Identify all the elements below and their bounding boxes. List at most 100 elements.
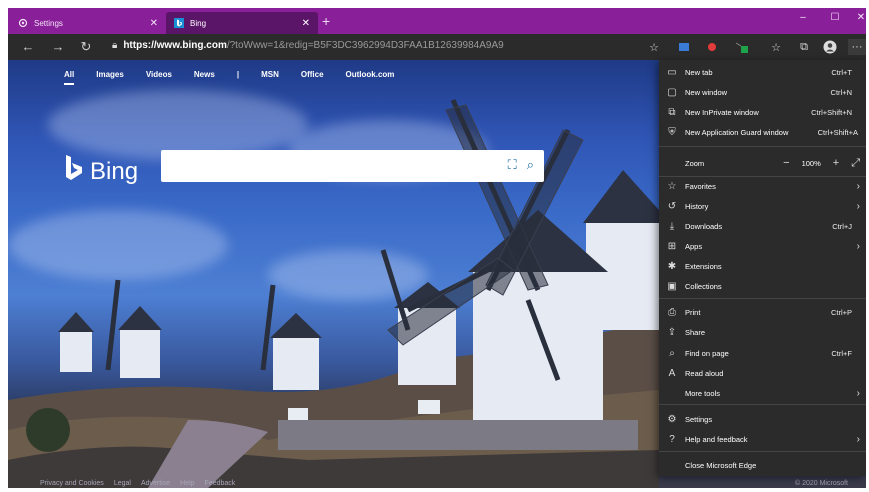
zoom-label: Zoom xyxy=(685,158,705,168)
menu-item-label: Close Microsoft Edge xyxy=(685,460,757,470)
windmill-landscape-image xyxy=(8,98,659,488)
menu-item-label: Share xyxy=(685,327,706,337)
menu-item-collections[interactable]: ▣ Collections xyxy=(659,276,866,296)
collections-icon[interactable]: ⧉ xyxy=(796,39,812,55)
bing-nav-news[interactable]: News xyxy=(194,70,215,85)
find-icon: ⌕ xyxy=(669,347,675,359)
bing-nav-all[interactable]: All xyxy=(64,70,75,85)
bing-footer: Privacy and Cookies Legal Advertise Help… xyxy=(8,480,866,488)
minimize-button[interactable]: – xyxy=(788,12,818,23)
gear-icon xyxy=(18,18,28,28)
menu-item-inprivate[interactable]: ⧉ New InPrivate window Ctrl+Shift+N xyxy=(659,102,866,122)
read-aloud-icon: A xyxy=(668,367,676,379)
menu-item-label: Favorites xyxy=(685,181,716,191)
footer-link[interactable]: Legal xyxy=(114,480,131,487)
extension-icon[interactable] xyxy=(676,39,692,55)
chevron-right-icon: › xyxy=(856,433,860,445)
address-bar[interactable]: 🔒︎ https://www.bing.com/?toWww=1&redig=B5… xyxy=(112,40,504,51)
settings-icon: ⚙ xyxy=(667,413,677,425)
share-icon: ⇪ xyxy=(667,326,677,338)
new-tab-button[interactable]: + xyxy=(322,13,330,29)
close-window-button[interactable]: ✕ xyxy=(846,12,866,23)
extension-icon[interactable] xyxy=(704,39,720,55)
menu-item-settings[interactable]: ⚙ Settings xyxy=(659,409,866,429)
menu-separator xyxy=(659,451,866,452)
zoom-out-button[interactable]: − xyxy=(783,157,789,169)
forward-icon[interactable]: → xyxy=(48,39,68,54)
back-icon[interactable]: ← xyxy=(18,39,38,54)
menu-item-favorites[interactable]: ☆ Favorites › xyxy=(659,176,866,196)
menu-item-label: Extensions xyxy=(685,261,722,271)
inprivate-icon: ⧉ xyxy=(668,106,676,118)
menu-item-find-on-page[interactable]: ⌕ Find on page Ctrl+F xyxy=(659,343,866,363)
chevron-right-icon: › xyxy=(856,240,860,252)
menu-item-new-window[interactable]: ▢ New window Ctrl+N xyxy=(659,82,866,102)
menu-separator xyxy=(659,404,866,405)
bing-nav-outlook[interactable]: Outlook.com xyxy=(346,70,395,85)
menu-item-print[interactable]: ⎙ Print Ctrl+P xyxy=(659,302,866,322)
bing-nav-videos[interactable]: Videos xyxy=(146,70,172,85)
search-icon[interactable]: ⌕ xyxy=(527,157,534,173)
menu-item-apps[interactable]: ⊞ Apps › xyxy=(659,236,866,256)
footer-link[interactable]: Advertise xyxy=(141,480,170,487)
footer-link[interactable]: Privacy and Cookies xyxy=(40,480,104,487)
menu-item-read-aloud[interactable]: A Read aloud xyxy=(659,363,866,383)
bing-nav: All Images Videos News | MSN Office Outl… xyxy=(64,70,394,85)
close-tab-icon[interactable]: ✕ xyxy=(150,18,158,29)
menu-item-shortcut: Ctrl+T xyxy=(831,67,852,77)
bing-logo-text: Bing xyxy=(90,157,139,185)
menu-item-label: Read aloud xyxy=(685,368,724,378)
chevron-right-icon: › xyxy=(856,200,860,212)
chevron-right-icon: › xyxy=(856,387,860,399)
collections-icon: ▣ xyxy=(667,280,677,292)
address-bar-row: ← → ↻ 🔒︎ https://www.bing.com/?toWww=1&re… xyxy=(8,34,866,60)
apps-icon: ⊞ xyxy=(667,240,677,252)
refresh-icon[interactable]: ↻ xyxy=(76,39,96,55)
menu-item-help-feedback[interactable]: ? Help and feedback › xyxy=(659,429,866,449)
search-input[interactable]: ⛶ ⌕ xyxy=(161,150,544,182)
menu-item-more-tools[interactable]: More tools › xyxy=(659,383,866,403)
menu-item-shortcut: Ctrl+J xyxy=(832,221,852,231)
bing-nav-images[interactable]: Images xyxy=(96,70,124,85)
menu-item-share[interactable]: ⇪ Share xyxy=(659,322,866,342)
zoom-in-button[interactable]: + xyxy=(833,157,839,169)
bing-nav-office[interactable]: Office xyxy=(301,70,324,85)
bing-logo-icon xyxy=(64,154,84,189)
menu-item-shortcut: Ctrl+Shift+N xyxy=(811,107,852,117)
menu-item-label: Settings xyxy=(685,414,713,424)
help-icon: ? xyxy=(669,433,675,445)
tab-settings[interactable]: Settings ✕ xyxy=(10,12,166,34)
more-menu-button[interactable]: ··· xyxy=(848,39,866,55)
menu-item-close-edge[interactable]: Close Microsoft Edge xyxy=(659,455,866,475)
menu-item-new-tab[interactable]: ▭ New tab Ctrl+T xyxy=(659,62,866,82)
menu-item-app-guard[interactable]: ⛨ New Application Guard window Ctrl+Shif… xyxy=(659,122,866,142)
favorite-star-icon[interactable]: ☆ xyxy=(646,39,662,55)
menu-item-history[interactable]: ↺ History › xyxy=(659,196,866,216)
menu-item-label: History xyxy=(685,201,709,211)
menu-item-label: More tools xyxy=(685,388,721,398)
zoom-value: 100% xyxy=(801,158,821,168)
menu-item-shortcut: Ctrl+Shift+A xyxy=(817,127,858,137)
menu-item-shortcut: Ctrl+N xyxy=(830,87,852,97)
bing-logo[interactable]: Bing xyxy=(64,154,138,189)
zoom-row: Zoom − 100% + ⤢ xyxy=(659,152,866,174)
bing-nav-msn[interactable]: MSN xyxy=(261,70,279,85)
menu-item-downloads[interactable]: ⤓ Downloads Ctrl+J xyxy=(659,216,866,236)
copyright: © 2020 Microsoft xyxy=(794,480,848,487)
profile-avatar[interactable] xyxy=(822,39,838,55)
chevron-right-icon: › xyxy=(856,180,860,192)
close-tab-icon[interactable]: ✕ xyxy=(302,18,310,29)
extension-icon[interactable] xyxy=(734,39,750,55)
visual-search-icon[interactable]: ⛶ xyxy=(508,157,517,173)
menu-item-shortcut: Ctrl+F xyxy=(831,348,852,358)
settings-and-more-menu: ▭ New tab Ctrl+T ▢ New window Ctrl+N ⧉ N… xyxy=(659,60,866,476)
tab-title: Settings xyxy=(34,18,63,28)
menu-separator xyxy=(659,146,866,147)
menu-item-extensions[interactable]: ✱ Extensions xyxy=(659,256,866,276)
footer-link[interactable]: Help xyxy=(180,480,194,487)
fullscreen-icon[interactable]: ⤢ xyxy=(851,157,860,170)
footer-link[interactable]: Feedback xyxy=(205,480,236,487)
tab-bing[interactable]: Bing ✕ xyxy=(166,12,318,34)
favorites-icon[interactable]: ☆ xyxy=(768,39,784,55)
tab-title: Bing xyxy=(190,18,207,28)
